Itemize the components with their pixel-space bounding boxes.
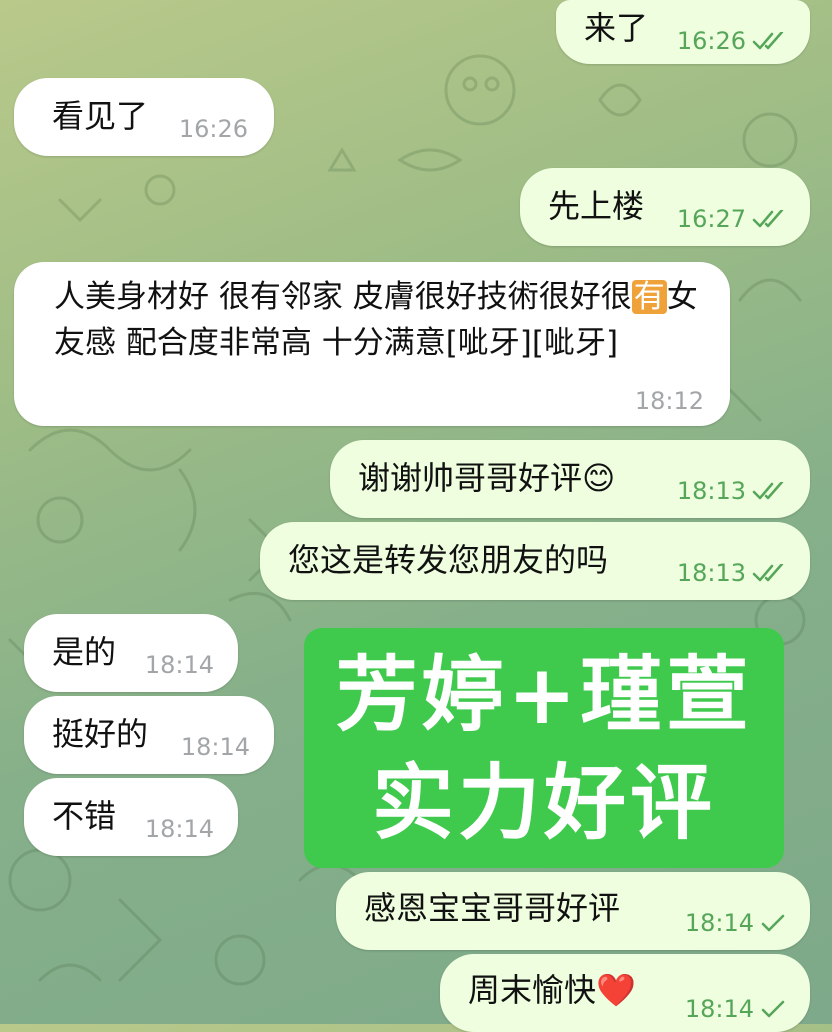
message-time: 18:13 — [676, 559, 746, 587]
message-text: 周末愉快❤️ — [468, 970, 636, 1010]
message-text: 不错 — [52, 797, 117, 835]
double-check-icon — [752, 482, 784, 500]
message-bubble[interactable]: 不错 18:14 — [24, 778, 238, 856]
message-bubble[interactable]: 周末愉快❤️ 18:14 — [440, 954, 810, 1032]
message-time: 16:27 — [676, 205, 746, 233]
message-bubble[interactable]: 人美身材好 很有邻家 皮膚很好技術很好很有女友感 配合度非常高 十分满意[呲牙]… — [14, 262, 730, 426]
message-meta: 16:26 — [179, 116, 248, 142]
message-meta: 18:13 — [677, 560, 786, 586]
message-bubble[interactable]: 您这是转发您朋友的吗 18:13 — [260, 522, 810, 600]
heart-emoji-icon: ❤️ — [596, 971, 636, 1009]
chat-area[interactable]: 来了 16:26 看见了 16:26 先上楼 16:27 人美身材好 很有邻家 … — [0, 0, 832, 1032]
message-text: 挺好的 — [52, 715, 149, 753]
message-time: 18:13 — [676, 477, 746, 505]
banner-line-2: 实力好评 — [371, 756, 716, 851]
single-check-icon — [761, 914, 785, 932]
banner-line-1: 芳婷+瑾萱 — [335, 648, 753, 743]
message-text-part: 人美身材好 很有邻家 皮膚很好技術很好很 — [54, 279, 632, 315]
message-time: 18:14 — [684, 995, 754, 1023]
single-check-icon — [761, 1000, 785, 1018]
message-time: 18:14 — [144, 651, 214, 679]
double-check-icon — [752, 564, 784, 582]
message-text: 来了 — [584, 9, 649, 47]
message-meta: 18:13 — [677, 478, 786, 504]
message-meta: 18:14 — [685, 996, 786, 1022]
message-bubble[interactable]: 挺好的 18:14 — [24, 696, 274, 774]
message-text: 感恩宝宝哥哥好评 — [364, 889, 621, 927]
message-meta: 18:14 — [145, 652, 214, 678]
message-meta: 16:27 — [677, 206, 786, 232]
double-check-icon — [752, 210, 784, 228]
message-time: 18:12 — [634, 387, 704, 415]
message-time: 18:14 — [180, 733, 250, 761]
message-time: 18:14 — [144, 815, 214, 843]
message-time: 16:26 — [676, 27, 746, 55]
message-time: 18:14 — [684, 909, 754, 937]
message-bubble[interactable]: 是的 18:14 — [24, 614, 238, 692]
message-meta: 18:14 — [685, 910, 786, 936]
message-text: 是的 — [52, 633, 117, 671]
message-bubble[interactable]: 感恩宝宝哥哥好评 18:14 — [336, 872, 810, 950]
emoji-you-box: 有 — [631, 279, 667, 315]
message-text: 先上楼 — [548, 187, 645, 225]
message-bubble[interactable]: 来了 16:26 — [556, 0, 810, 64]
message-text-part: 周末愉快 — [468, 971, 597, 1009]
message-meta: 18:14 — [181, 734, 250, 760]
message-text-part: 谢谢帅哥哥好评 — [358, 459, 583, 497]
message-meta: 18:12 — [635, 388, 704, 414]
promo-banner-image[interactable]: 芳婷+瑾萱 实力好评 — [304, 628, 784, 868]
message-meta: 16:26 — [677, 28, 786, 54]
double-check-icon — [752, 32, 784, 50]
message-bubble[interactable]: 看见了 16:26 — [14, 78, 274, 156]
message-meta: 18:14 — [145, 816, 214, 842]
message-text: 谢谢帅哥哥好评😊 — [358, 458, 615, 498]
message-text: 看见了 — [52, 97, 149, 135]
message-text: 您这是转发您朋友的吗 — [288, 541, 609, 579]
message-bubble[interactable]: 先上楼 16:27 — [520, 168, 810, 246]
message-text: 人美身材好 很有邻家 皮膚很好技術很好很有女友感 配合度非常高 十分满意[呲牙]… — [54, 274, 714, 366]
smile-emoji-icon: 😊 — [582, 459, 616, 497]
message-time: 16:26 — [178, 115, 248, 143]
message-bubble[interactable]: 谢谢帅哥哥好评😊 18:13 — [330, 440, 810, 518]
